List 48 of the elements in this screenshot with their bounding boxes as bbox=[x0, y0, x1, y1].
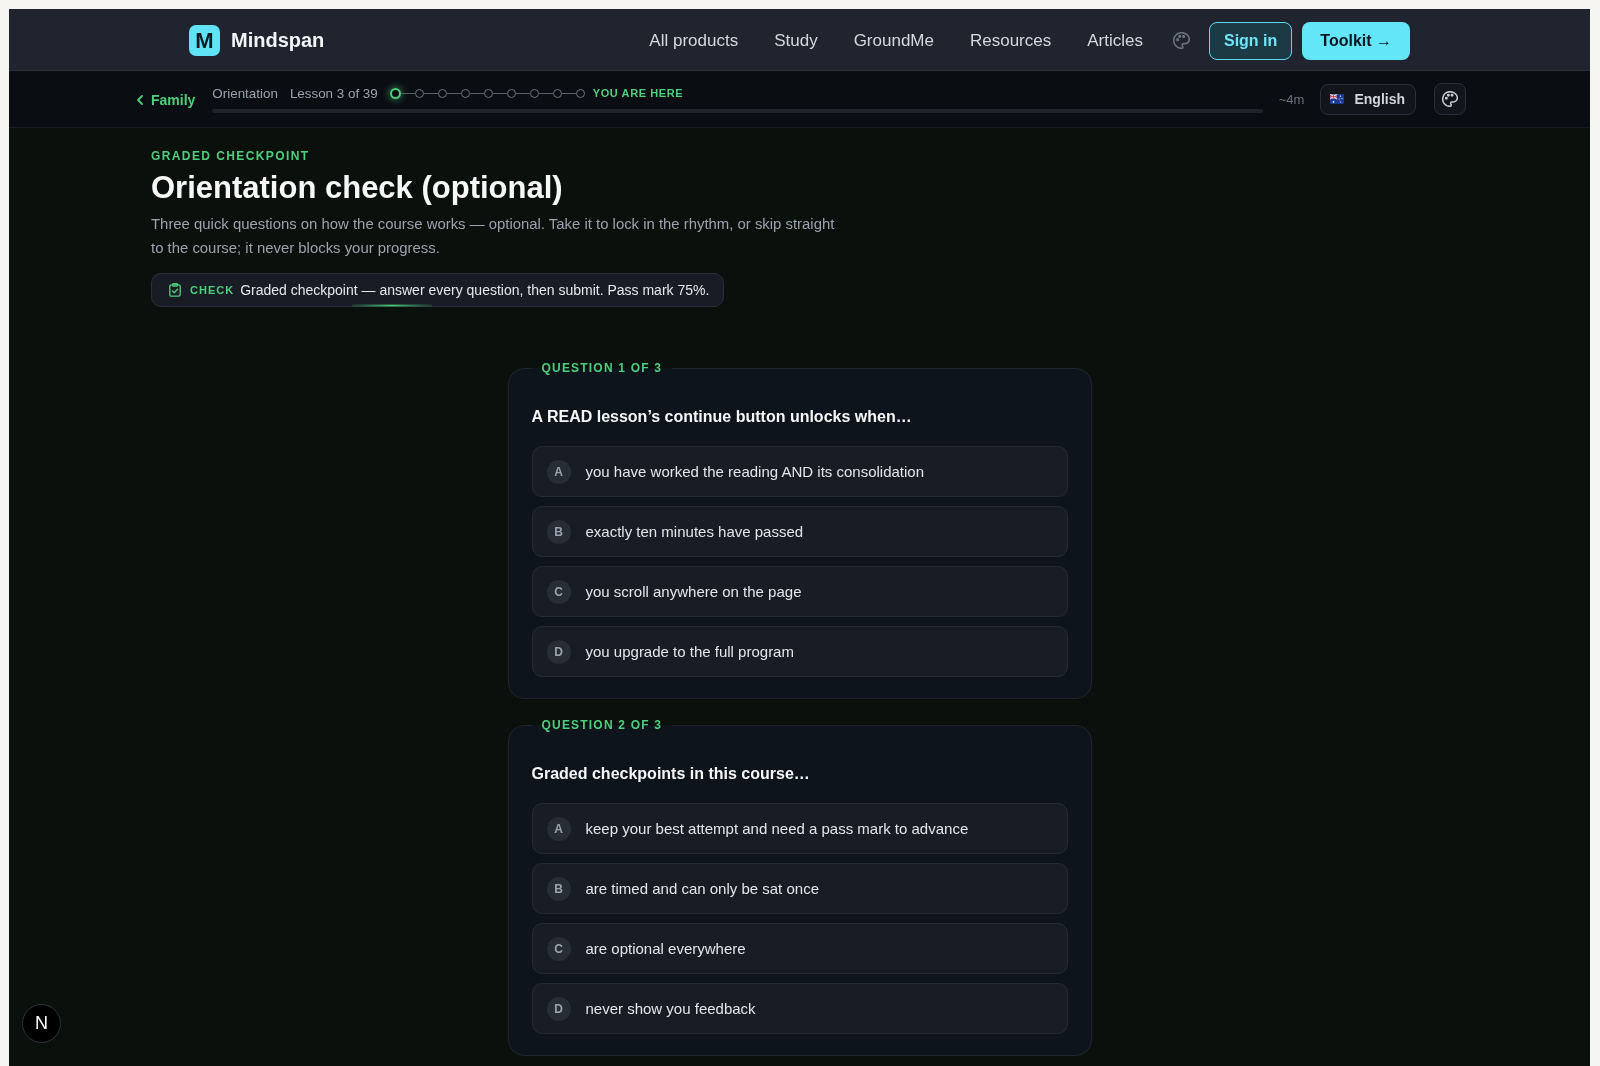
question-number: QUESTION 1 OF 3 bbox=[540, 360, 664, 376]
lesson-counter: Lesson 3 of 39 bbox=[289, 85, 378, 101]
logo-mark[interactable]: M bbox=[189, 25, 220, 56]
answer-option[interactable]: B are timed and can only be sat once bbox=[531, 863, 1068, 914]
toolkit-button[interactable]: Toolkit → bbox=[1302, 21, 1410, 60]
nav-link[interactable]: All products bbox=[649, 30, 739, 51]
you-are-here-label: YOU ARE HERE bbox=[592, 87, 684, 99]
nav-link[interactable]: Study bbox=[774, 30, 818, 51]
question-prompt: Graded checkpoints in this course… bbox=[531, 764, 811, 784]
back-link[interactable]: Family bbox=[137, 92, 196, 108]
sign-in-button[interactable]: Sign in bbox=[1208, 21, 1293, 60]
palette-icon bbox=[1442, 91, 1458, 107]
step-dot-icon[interactable] bbox=[389, 87, 401, 99]
option-letter: D bbox=[546, 996, 571, 1021]
option-letter: B bbox=[546, 876, 571, 901]
palette-icon[interactable] bbox=[1172, 32, 1190, 49]
answer-option[interactable]: C you scroll anywhere on the page bbox=[531, 566, 1068, 617]
option-letter: C bbox=[546, 579, 571, 604]
answer-option[interactable]: D never show you feedback bbox=[531, 983, 1068, 1034]
nav-link[interactable]: Resources bbox=[969, 30, 1052, 51]
nav-link[interactable]: Articles bbox=[1087, 30, 1143, 51]
answer-option[interactable]: D you upgrade to the full program bbox=[531, 626, 1068, 677]
option-letter: D bbox=[546, 639, 571, 664]
clipboard-check-icon bbox=[169, 283, 181, 297]
flag-icon bbox=[1330, 94, 1345, 104]
answer-option[interactable]: A keep your best attempt and need a pass mark to advance bbox=[531, 803, 1068, 854]
question-prompt: A READ lesson’s continue button unlocks when… bbox=[531, 407, 913, 427]
section-name: Orientation bbox=[212, 85, 278, 101]
answer-option[interactable]: C are optional everywhere bbox=[531, 923, 1068, 974]
dev-tools-button[interactable]: N bbox=[22, 1004, 61, 1043]
page-description: Three quick questions on how the course works — optional. Take it to lock in the rhythm, or skip straight to the course; it never blocks your progress. bbox=[151, 215, 836, 258]
answer-option[interactable]: B exactly ten minutes have passed bbox=[531, 506, 1068, 557]
language-button[interactable]: English bbox=[1320, 83, 1416, 115]
theme-button[interactable] bbox=[1434, 83, 1466, 115]
answer-option[interactable]: A you have worked the reading AND its consolidation bbox=[531, 446, 1068, 497]
chevron-left-icon bbox=[137, 95, 143, 105]
option-letter: A bbox=[546, 459, 571, 484]
option-letter: A bbox=[546, 816, 571, 841]
option-letter: C bbox=[546, 936, 571, 961]
brand-name[interactable]: Mindspan bbox=[231, 29, 325, 52]
question-number: QUESTION 2 OF 3 bbox=[540, 717, 664, 733]
page-title: Orientation check (optional) bbox=[151, 170, 564, 206]
nav-link[interactable]: GroundMe bbox=[853, 30, 934, 51]
eyebrow-label: GRADED CHECKPOINT bbox=[151, 148, 311, 164]
notice-tag: CHECK bbox=[190, 284, 235, 296]
notice-text: Graded checkpoint — answer every question, then submit. Pass mark 75%. bbox=[240, 282, 710, 298]
duration-label: ~4m bbox=[1278, 91, 1305, 107]
option-letter: B bbox=[546, 519, 571, 544]
